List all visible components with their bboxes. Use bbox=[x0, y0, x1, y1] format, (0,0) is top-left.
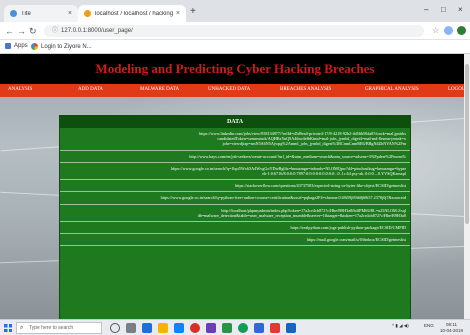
bookmark-label: Login to Ziyore N... bbox=[41, 43, 92, 50]
app-icon[interactable] bbox=[206, 323, 216, 333]
data-row-text: https://www.google.co.in/search?q=python… bbox=[160, 195, 406, 201]
bookmark-login[interactable]: Login to Ziyore N... bbox=[31, 43, 92, 50]
scrollbar-thumb[interactable] bbox=[465, 64, 469, 224]
browser-tab-2[interactable]: localhost / localhost / hacking × bbox=[78, 5, 186, 22]
bookmarks-bar: Apps Login to Ziyore N... bbox=[0, 40, 470, 54]
taskbar-search-input[interactable]: ⌕ Type here to search bbox=[16, 322, 102, 334]
data-row: https://mail.google.com/mail/u/0/#inbox/… bbox=[60, 234, 410, 247]
back-icon[interactable]: ← bbox=[5, 25, 14, 37]
app-icon[interactable] bbox=[238, 323, 248, 333]
file-explorer-icon[interactable] bbox=[158, 323, 168, 333]
reload-icon[interactable]: ↻ bbox=[29, 25, 37, 37]
windows-start-icon[interactable] bbox=[4, 324, 12, 332]
main-menu: ANALYSIS ADD DATA MALWARE DATA UNHACKED … bbox=[0, 84, 470, 97]
page-scrollbar[interactable] bbox=[464, 54, 470, 319]
app-icon[interactable] bbox=[254, 323, 264, 333]
browser-tab-bar: Tite × localhost / localhost / hacking ×… bbox=[0, 0, 470, 22]
web-page: Modeling and Predicting Cyber Hacking Br… bbox=[0, 54, 470, 319]
cortana-icon[interactable] bbox=[110, 323, 120, 333]
data-row-text: eh-1:0:6716/8:0:0:0:7897:0:0:0:0:0:0:0:0… bbox=[262, 171, 406, 177]
url-input[interactable]: ⓘ 127.0.0.1:8000/user_page/ bbox=[44, 25, 424, 37]
menu-item-add-data[interactable]: ADD DATA bbox=[78, 87, 103, 92]
menu-item-malware-data[interactable]: MALWARE DATA bbox=[140, 87, 179, 92]
forward-icon[interactable]: → bbox=[17, 25, 26, 37]
tab-title: localhost / localhost / hacking bbox=[95, 10, 173, 17]
system-clock[interactable]: 08:11 10-04-2019 bbox=[440, 322, 463, 333]
data-row-text: https://realpython.com/jogs-publish-pyth… bbox=[290, 225, 407, 231]
data-panel: DATA https://www.linkedin.com/jobs/view/… bbox=[59, 115, 411, 319]
google-icon bbox=[31, 43, 38, 50]
url-text: 127.0.0.1:8000/user_page/ bbox=[61, 28, 133, 34]
close-window-button[interactable]: × bbox=[458, 5, 463, 14]
maximize-button[interactable]: □ bbox=[441, 5, 446, 14]
profile-icon[interactable] bbox=[444, 26, 453, 35]
data-row: https://realpython.com/jogs-publish-pyth… bbox=[60, 222, 410, 235]
data-row: https://www.linkedin.com/jobs/view/95813… bbox=[60, 128, 410, 151]
address-bar-row: ← → ↻ ⓘ 127.0.0.1:8000/user_page/ ☆ bbox=[0, 22, 470, 40]
menu-item-breaches-analysis[interactable]: BREACHES ANALYSIS bbox=[280, 87, 331, 92]
data-row: http://localhost/phpmyadmin/index.php?to… bbox=[60, 205, 410, 223]
chrome-icon[interactable] bbox=[190, 323, 200, 333]
task-view-icon[interactable] bbox=[126, 323, 136, 333]
info-icon[interactable]: ⓘ bbox=[52, 28, 58, 34]
apps-grid-icon bbox=[5, 43, 11, 49]
data-row: https://www.google.co.in/search?q=python… bbox=[60, 192, 410, 205]
page-title: Modeling and Predicting Cyber Hacking Br… bbox=[0, 54, 470, 84]
app-icon[interactable] bbox=[222, 323, 232, 333]
new-tab-button[interactable]: + bbox=[190, 6, 196, 18]
star-icon[interactable]: ☆ bbox=[432, 25, 439, 37]
menu-item-analysis[interactable]: ANALYSIS bbox=[8, 87, 32, 92]
language-indicator[interactable]: ENG bbox=[424, 323, 434, 328]
edge-icon[interactable] bbox=[142, 323, 152, 333]
tray-icons[interactable]: ^ ▮ ◢ ◀) bbox=[392, 323, 409, 329]
clock-date: 10-04-2019 bbox=[440, 327, 464, 333]
extension-icon[interactable] bbox=[457, 26, 466, 35]
data-row-text: https://stackoverflow.com/questions/4373… bbox=[235, 183, 406, 189]
store-icon[interactable] bbox=[174, 323, 184, 333]
data-panel-heading: DATA bbox=[60, 116, 410, 128]
search-placeholder: Type here to search bbox=[29, 325, 74, 331]
search-icon: ⌕ bbox=[20, 325, 24, 331]
windows-taskbar: ⌕ Type here to search ^ ▮ ◢ ◀) ENG 08:11… bbox=[0, 319, 470, 335]
data-row: http://www.hays.com/en/job-seekers/creat… bbox=[60, 151, 410, 163]
app-icon[interactable] bbox=[286, 323, 296, 333]
browser-tab-1[interactable]: Tite × bbox=[4, 5, 78, 22]
tab-favicon-icon bbox=[10, 10, 17, 17]
data-row: https://stackoverflow.com/questions/4373… bbox=[60, 180, 410, 193]
data-row: https://www.google.co.in/search?q=1bpi5W… bbox=[60, 163, 410, 181]
minimize-button[interactable]: – bbox=[424, 5, 428, 14]
tab-close-icon[interactable]: × bbox=[176, 10, 180, 17]
bookmark-apps[interactable]: Apps bbox=[5, 43, 28, 49]
app-icon[interactable] bbox=[270, 323, 280, 333]
data-row-text: jobs=viewdjiap=smN5A6N5Ajwpg%2Amml_jobs_… bbox=[222, 141, 406, 147]
tab-close-icon[interactable]: × bbox=[68, 10, 72, 17]
tab-favicon-icon bbox=[84, 10, 91, 17]
data-list: https://www.linkedin.com/jobs/view/95813… bbox=[60, 128, 410, 247]
menu-item-unhacked-data[interactable]: UNHACKED DATA bbox=[208, 87, 250, 92]
data-row-text: http://www.hays.com/en/job-seekers/creat… bbox=[189, 153, 406, 159]
data-row-text: db=malware_detection&table=user_malware_… bbox=[197, 212, 406, 218]
bookmark-label: Apps bbox=[14, 43, 28, 49]
data-row-text: https://mail.google.com/mail/u/0/#inbox/… bbox=[306, 237, 406, 243]
menu-item-graphical-analysis[interactable]: GRAPHICAL ANALYSIS bbox=[365, 87, 419, 92]
tab-title: Tite bbox=[21, 10, 31, 17]
